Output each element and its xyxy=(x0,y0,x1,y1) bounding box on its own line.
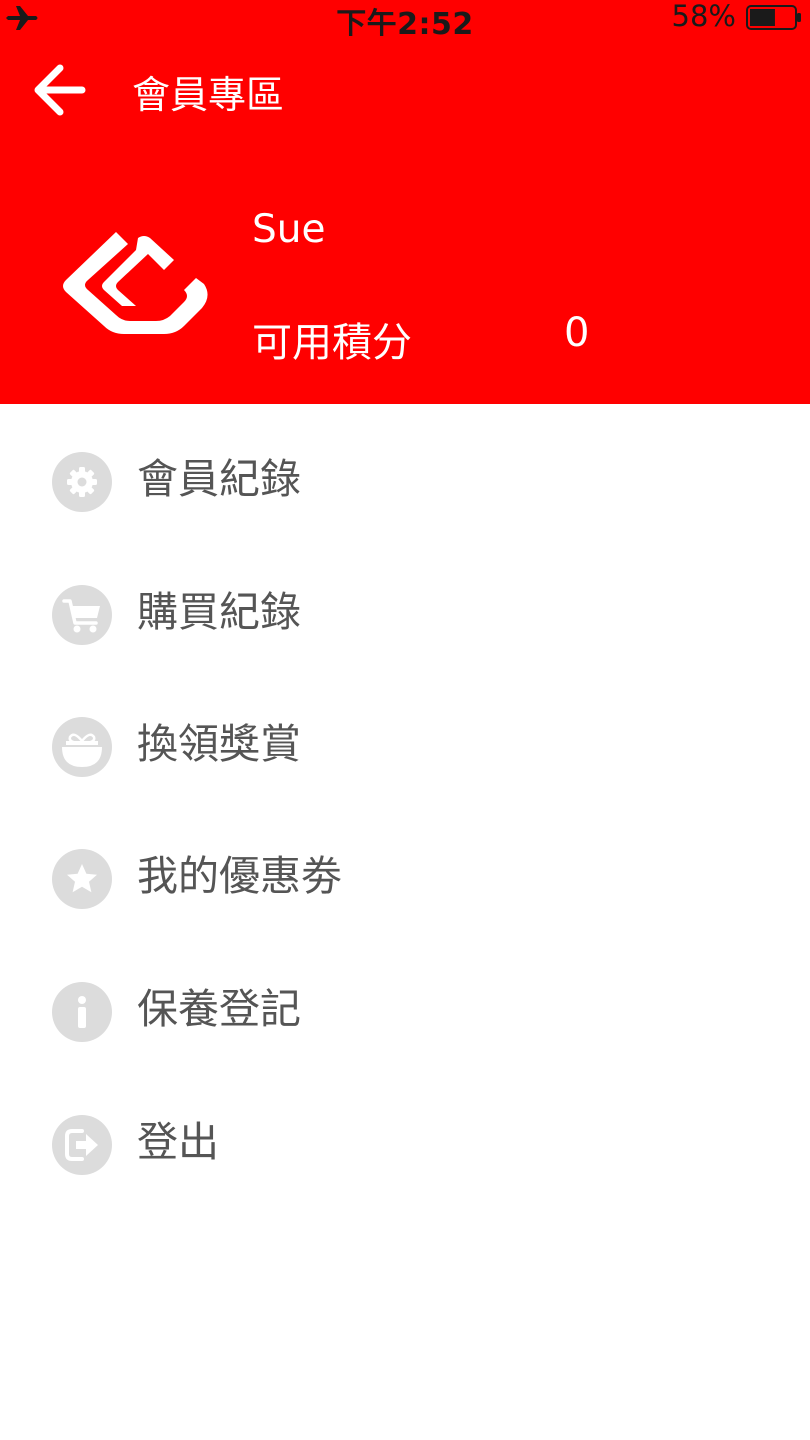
back-arrow-icon[interactable] xyxy=(28,58,92,122)
menu-item-label: 保養登記 xyxy=(137,985,301,1033)
info-icon xyxy=(52,982,112,1042)
logout-icon xyxy=(52,1115,112,1175)
menu-item-label: 登出 xyxy=(137,1118,219,1166)
menu-item-redeem-rewards[interactable]: 換領獎賞 xyxy=(0,717,810,837)
star-icon xyxy=(52,849,112,909)
menu-item-my-coupons[interactable]: 我的優惠劵 xyxy=(0,849,810,969)
menu-item-maintenance-registration[interactable]: 保養登記 xyxy=(0,982,810,1102)
battery-percent: 58% xyxy=(671,0,736,33)
menu-item-label: 購買紀錄 xyxy=(137,588,301,636)
menu-item-logout[interactable]: 登出 xyxy=(0,1115,810,1235)
gift-icon xyxy=(52,717,112,777)
menu-item-label: 換領獎賞 xyxy=(137,720,301,768)
status-bar: 下午2:52 58% xyxy=(0,0,810,42)
gear-icon xyxy=(52,452,112,512)
user-name: Sue xyxy=(252,207,326,252)
brand-logo xyxy=(63,232,208,334)
menu-item-purchase-records[interactable]: 購買紀錄 xyxy=(0,585,810,705)
menu-item-label: 會員紀錄 xyxy=(137,455,301,503)
points-value: 0 xyxy=(564,310,590,356)
member-header: 會員專區 Sue 可用積分 0 xyxy=(0,36,810,404)
battery-icon xyxy=(746,5,801,30)
page-title: 會員專區 xyxy=(132,73,285,117)
menu-item-member-records[interactable]: 會員紀錄 xyxy=(0,452,810,572)
menu-item-label: 我的優惠劵 xyxy=(137,852,342,900)
cart-icon xyxy=(52,585,112,645)
points-label: 可用積分 xyxy=(252,320,412,366)
